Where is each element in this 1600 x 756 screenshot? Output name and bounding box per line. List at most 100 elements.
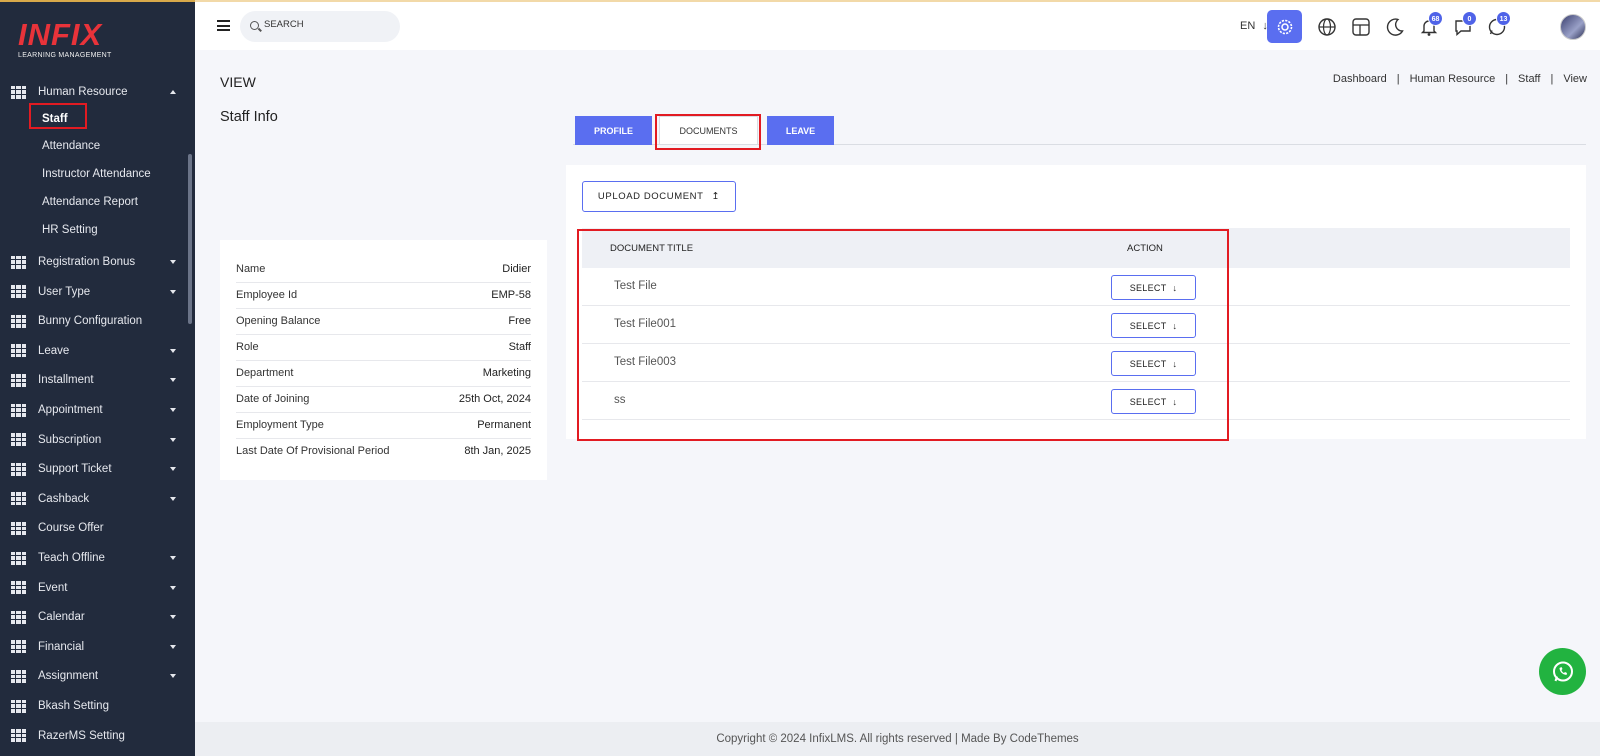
info-key: Last Date Of Provisional Period xyxy=(236,445,390,457)
info-key: Opening Balance xyxy=(236,315,321,327)
sidebar-item-appointment[interactable]: Appointment xyxy=(0,396,195,424)
chevron-down-icon xyxy=(170,378,176,383)
gear-icon xyxy=(1277,19,1292,34)
whatsapp-icon xyxy=(1552,661,1573,681)
highlight-box-documents-tab xyxy=(655,114,761,150)
sidebar-item-label: Appointment xyxy=(38,404,103,416)
sidebar-item-label: User Type xyxy=(38,285,91,298)
info-value: 25th Oct, 2024 xyxy=(458,393,531,405)
info-row-role: Role Staff xyxy=(236,335,531,361)
whatsapp-button[interactable] xyxy=(1539,648,1586,695)
info-key: Name xyxy=(236,263,266,275)
upload-document-button[interactable]: UPLOAD DOCUMENT ↥ xyxy=(582,181,736,212)
info-key: Date of Joining xyxy=(236,393,310,405)
grid-icon xyxy=(11,285,26,299)
chevron-down-icon xyxy=(170,437,176,442)
tab-leave[interactable]: LEAVE xyxy=(767,116,834,145)
grid-icon xyxy=(11,640,26,654)
chevron-down-icon xyxy=(170,467,176,472)
avatar[interactable] xyxy=(1560,14,1586,40)
sidebar-item-registration-bonus[interactable]: Registration Bonus xyxy=(0,248,195,276)
sidebar-item-label: Event xyxy=(38,581,68,594)
sidebar-item-assignment[interactable]: Assignment xyxy=(0,662,195,690)
sidebar-item-calendar[interactable]: Calendar xyxy=(0,603,195,631)
moon-icon[interactable] xyxy=(1384,16,1406,38)
topbar: EN ↓ 68 0 13 xyxy=(195,0,1600,50)
upload-icon: ↥ xyxy=(711,191,721,202)
language-label: EN xyxy=(1240,20,1256,32)
staff-info-card: Name Didier Employee Id EMP-58 Opening B… xyxy=(220,240,547,480)
breadcrumb-human-resource[interactable]: Human Resource xyxy=(1410,73,1496,85)
message-badge: 0 xyxy=(1462,11,1477,26)
sidebar-item-label: Teach Offline xyxy=(38,552,105,564)
sidebar-item-label: Registration Bonus xyxy=(38,256,136,268)
sidebar-subitem-attendance-report[interactable]: Attendance Report xyxy=(42,192,138,212)
sidebar-item-financial[interactable]: Financial xyxy=(0,633,195,661)
sidebar-item-razerms-setting[interactable]: RazerMS Setting xyxy=(0,722,195,750)
sidebar-item-teach-offline[interactable]: Teach Offline xyxy=(0,544,195,572)
globe-icon[interactable] xyxy=(1316,16,1338,38)
chevron-down-icon xyxy=(170,615,176,620)
info-row-department: Department Marketing xyxy=(236,361,531,387)
chevron-down-icon xyxy=(170,644,176,649)
info-row-date-of-joining: Date of Joining 25th Oct, 2024 xyxy=(236,387,531,413)
grid-icon xyxy=(11,729,26,743)
breadcrumb-dashboard[interactable]: Dashboard xyxy=(1333,73,1387,85)
sidebar-item-label: Calendar xyxy=(38,611,85,624)
sidebar-item-subscription[interactable]: Subscription xyxy=(0,426,195,454)
sidebar-item-label: Course Offer xyxy=(38,522,104,535)
menu-icon[interactable] xyxy=(217,20,230,31)
info-key: Department xyxy=(236,367,294,379)
sidebar-item-label: Installment xyxy=(38,374,94,387)
sidebar-item-label: Bkash Setting xyxy=(38,700,109,712)
logo[interactable]: INFIX LEARNING MANAGEMENT xyxy=(18,19,128,60)
sidebar-item-course-offer[interactable]: Course Offer xyxy=(0,514,195,542)
search-input[interactable] xyxy=(264,19,389,30)
info-value: Permanent xyxy=(477,419,531,431)
settings-button[interactable] xyxy=(1267,10,1302,43)
grid-icon xyxy=(11,373,26,387)
tab-profile[interactable]: PROFILE xyxy=(575,116,652,145)
sidebar-item-support-ticket[interactable]: Support Ticket xyxy=(0,455,195,483)
highlight-box-staff xyxy=(29,103,87,129)
breadcrumb-separator: | xyxy=(1505,73,1509,85)
grid-icon xyxy=(11,255,26,269)
sidebar-item-installment[interactable]: Installment xyxy=(0,366,195,394)
sidebar-subitem-instructor-attendance[interactable]: Instructor Attendance xyxy=(42,164,151,184)
info-row-opening-balance: Opening Balance Free xyxy=(236,309,531,335)
grid-icon xyxy=(11,403,26,417)
sidebar-item-event[interactable]: Event xyxy=(0,574,195,602)
info-key: Role xyxy=(236,341,259,353)
info-value: Didier xyxy=(502,263,531,275)
sidebar-item-cashback[interactable]: Cashback xyxy=(0,485,195,513)
grid-icon xyxy=(11,669,26,683)
sidebar-item-user-type[interactable]: User Type xyxy=(0,278,195,306)
info-row-employee-id: Employee Id EMP-58 xyxy=(236,283,531,309)
info-row-name: Name Didier xyxy=(236,257,531,283)
sidebar-subitem-attendance[interactable]: Attendance xyxy=(42,136,100,156)
grid-icon xyxy=(11,492,26,506)
info-value: Free xyxy=(508,315,531,327)
chat-badge: 13 xyxy=(1496,11,1511,26)
chevron-down-icon xyxy=(170,260,176,264)
sidebar-item-label: Financial xyxy=(38,640,85,653)
sidebar-item-bunny-configuration[interactable]: Bunny Configuration xyxy=(0,307,195,335)
language-selector[interactable]: EN ↓ xyxy=(1240,20,1268,32)
sidebar-item-label: Cashback xyxy=(38,492,90,505)
grid-icon xyxy=(11,462,26,476)
info-key: Employee Id xyxy=(236,289,298,301)
grid-icon xyxy=(11,314,26,328)
search-box[interactable] xyxy=(240,11,400,42)
chevron-down-icon xyxy=(170,496,176,501)
sidebar-item-label: Support Ticket xyxy=(38,463,112,476)
sidebar-scrollbar[interactable] xyxy=(188,154,192,324)
sidebar-item-bkash-setting[interactable]: Bkash Setting xyxy=(0,692,195,720)
sidebar-subitem-hr-setting[interactable]: HR Setting xyxy=(42,220,98,240)
page-title: VIEW xyxy=(220,74,256,90)
breadcrumb-staff[interactable]: Staff xyxy=(1518,73,1540,85)
highlight-box-documents-table xyxy=(577,229,1229,441)
sidebar-item-leave[interactable]: Leave xyxy=(0,337,195,365)
sidebar-item-label: Human Resource xyxy=(38,86,128,98)
sidebar-item-human-resource[interactable]: Human Resource xyxy=(0,78,195,106)
layout-icon[interactable] xyxy=(1350,16,1372,38)
